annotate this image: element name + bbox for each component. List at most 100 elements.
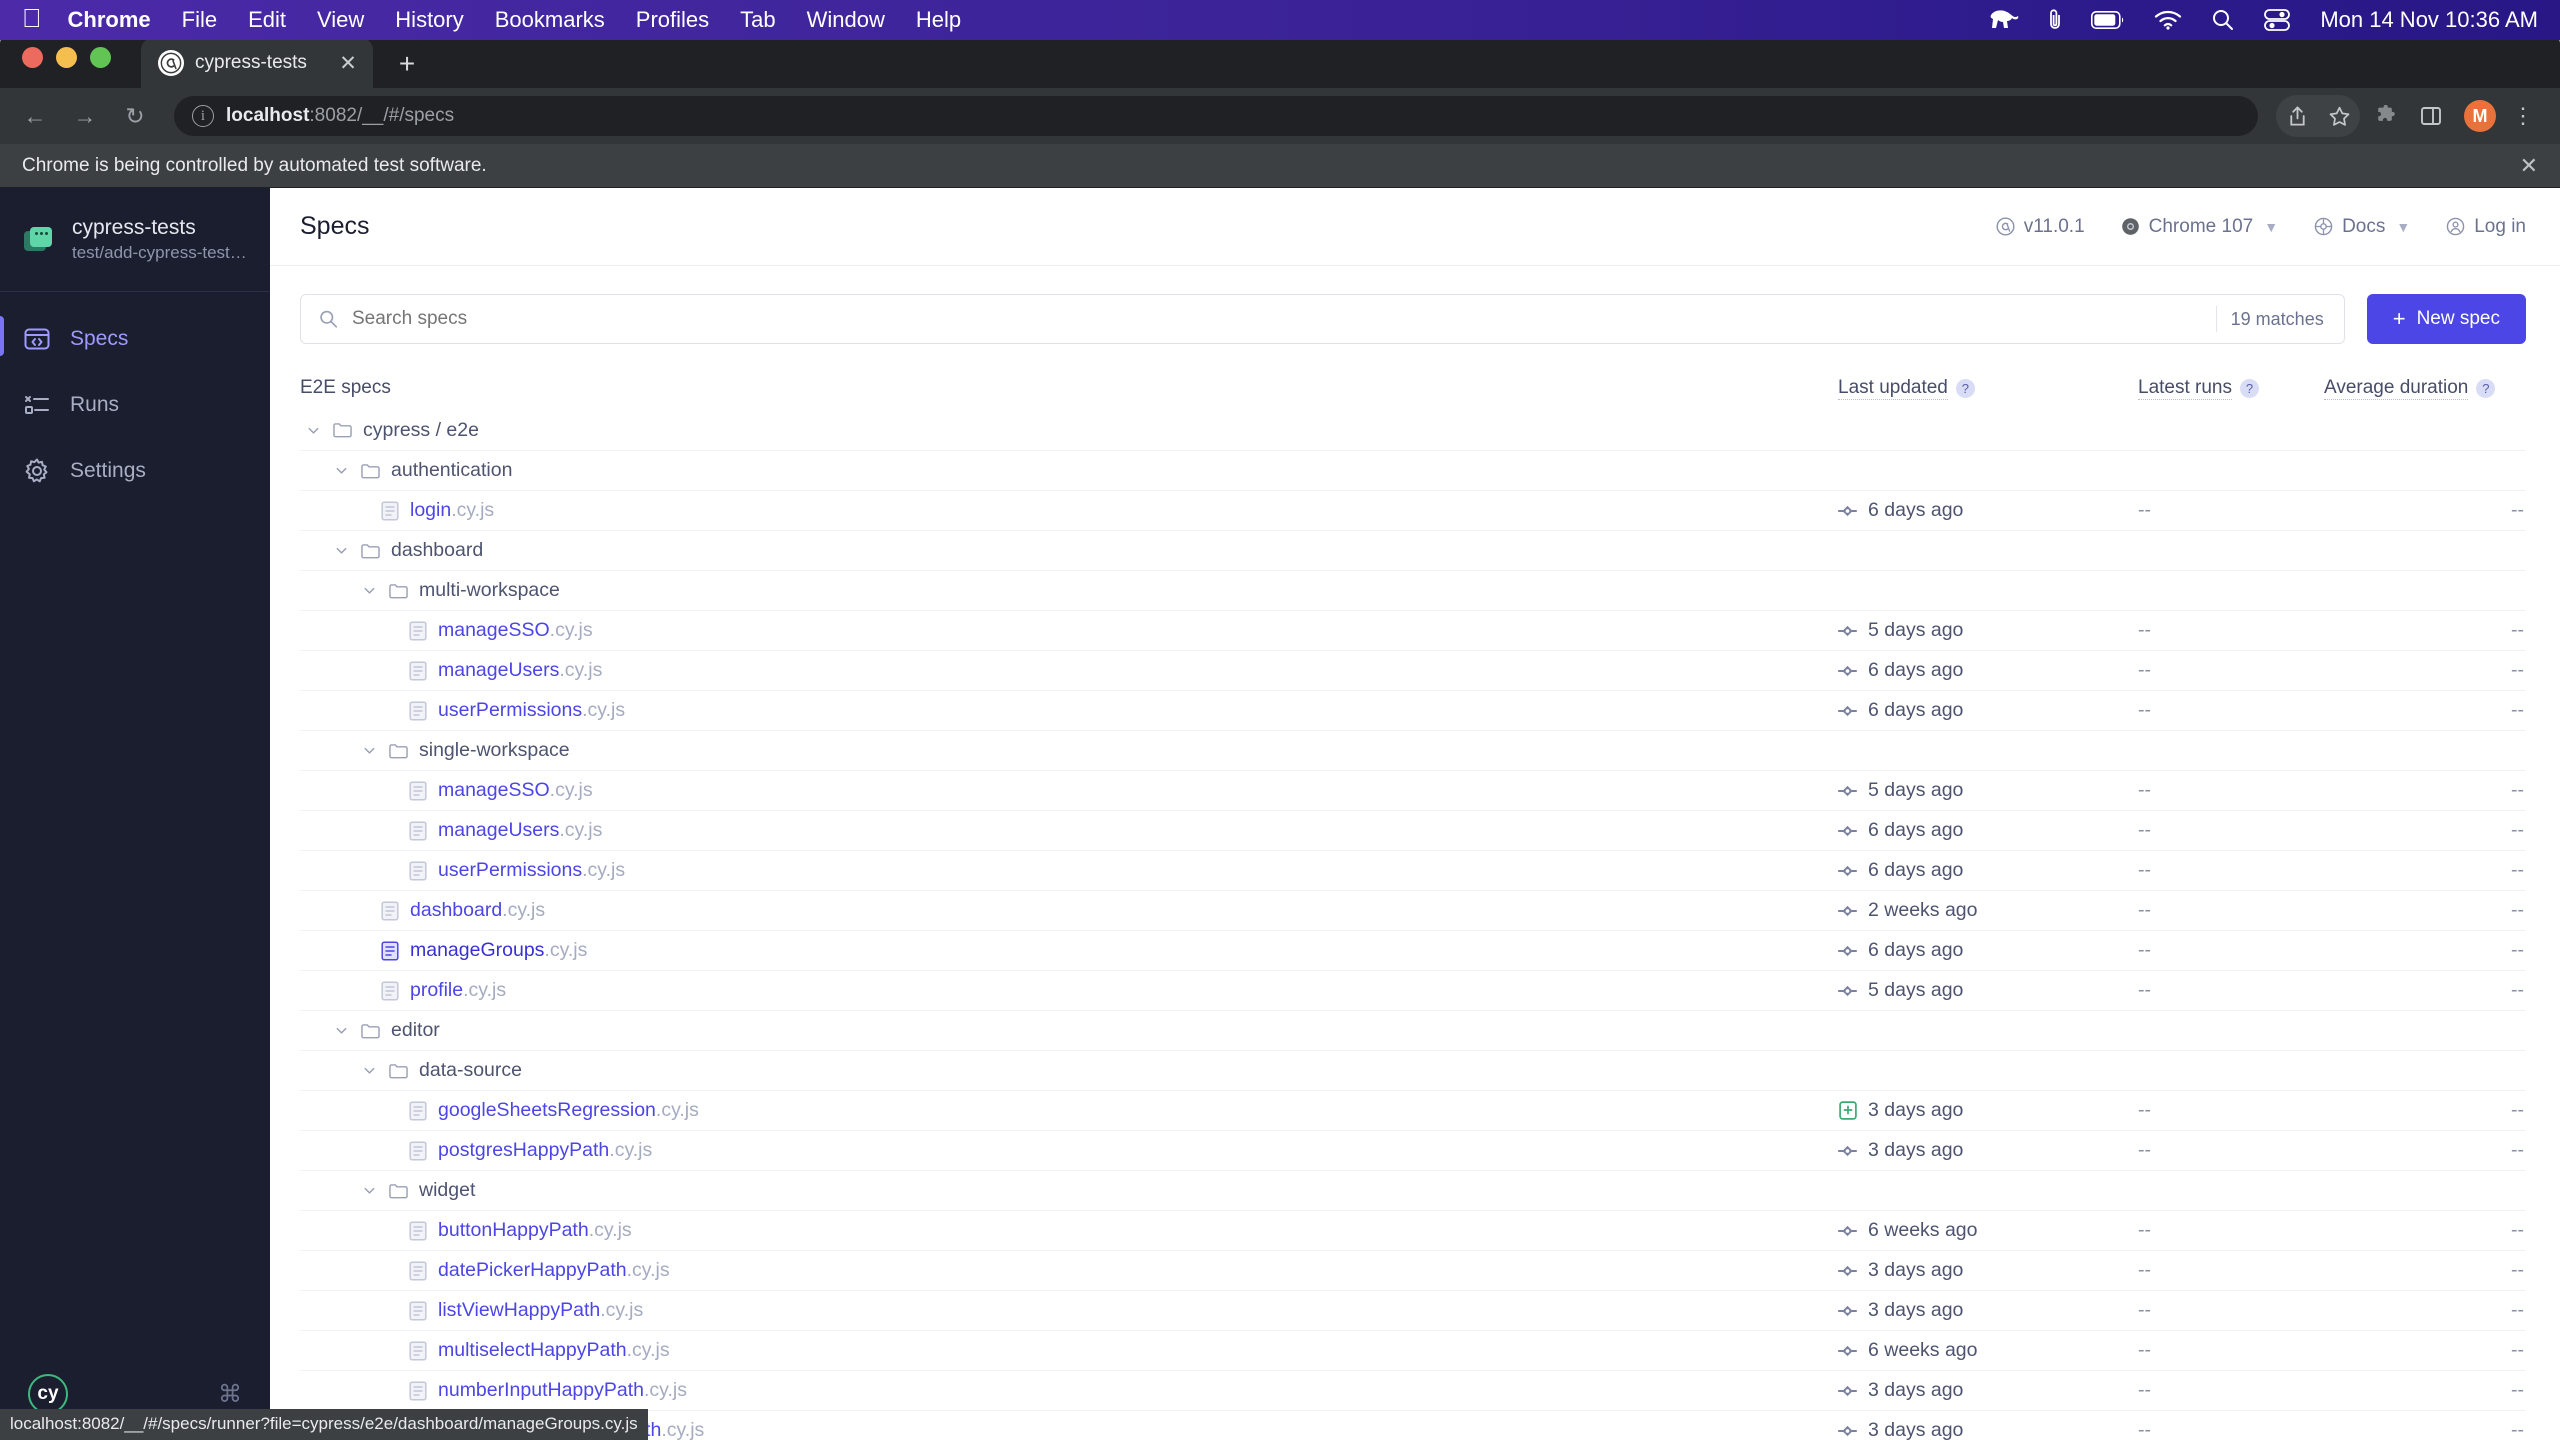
browser-tab[interactable]: cypress-tests ✕ [141,38,373,88]
table-row[interactable]: multiselectHappyPath.cy.js 6 weeks ago -- -… [300,1330,2526,1370]
new-tab-button[interactable]: + [389,46,425,82]
help-icon[interactable]: ? [2476,378,2496,398]
info-icon[interactable]: i [192,105,214,127]
spec-cell[interactable]: googleSheetsRegression.cy.js [300,1099,1838,1122]
folder-cell[interactable]: multi-workspace [300,579,1838,602]
project-summary[interactable]: cypress-tests test/add-cypress-test-for-… [0,188,270,293]
column-header-latest-runs[interactable]: Latest runs ? [2138,377,2324,400]
cypress-badge[interactable]: cy [28,1374,68,1414]
table-row[interactable]: dashboard.cy.js 2 weeks ago -- -- [300,890,2526,930]
table-row[interactable]: googleSheetsRegression.cy.js 3 days ago --… [300,1090,2526,1130]
spec-file-name[interactable]: postgresHappyPath.cy.js [438,1139,652,1162]
table-row[interactable]: manageGroups.cy.js 6 days ago -- -- [300,930,2526,970]
chevron-down-icon[interactable] [362,743,378,758]
spec-cell[interactable]: userPermissions.cy.js [300,699,1838,722]
menubar-clock[interactable]: Mon 14 Nov 10:36 AM [2320,7,2538,33]
help-icon[interactable]: ? [1955,378,1975,398]
table-row[interactable]: userPermissions.cy.js 6 days ago -- -- [300,850,2526,890]
close-icon[interactable]: ✕ [335,50,361,76]
menu-item-tab[interactable]: Tab [740,7,775,33]
spec-cell[interactable]: manageSSO.cy.js [300,619,1838,642]
docs-link[interactable]: Docs ▼ [2314,216,2410,238]
spec-cell[interactable]: numberInputHappyPath.cy.js [300,1379,1838,1402]
wifi-icon[interactable] [2154,10,2182,30]
chevron-down-icon[interactable] [362,1183,378,1198]
tree-folder-row[interactable]: single-workspace [300,730,2526,770]
maximize-window-button[interactable] [90,47,111,68]
address-bar[interactable]: i localhost:8082/__/#/specs [174,96,2258,136]
spec-cell[interactable]: manageUsers.cy.js [300,659,1838,682]
spec-file-name[interactable]: dashboard.cy.js [410,899,545,922]
chevron-down-icon[interactable] [334,463,350,478]
chevron-down-icon[interactable] [334,1023,350,1038]
bookmark-star-icon[interactable] [2318,95,2360,137]
table-row[interactable]: userPermissions.cy.js 6 days ago -- -- [300,690,2526,730]
spec-cell[interactable]: manageGroups.cy.js [300,939,1838,962]
sidebar-item-settings[interactable]: Settings [0,438,270,504]
spec-file-name[interactable]: googleSheetsRegression.cy.js [438,1099,699,1122]
spec-cell[interactable]: dashboard.cy.js [300,899,1838,922]
chevron-down-icon[interactable] [362,583,378,598]
spec-file-name[interactable]: multiselectHappyPath.cy.js [438,1339,670,1362]
spec-file-name[interactable]: manageUsers.cy.js [438,819,602,842]
spec-file-name[interactable]: userPermissions.cy.js [438,859,625,882]
spec-file-name[interactable]: userPermissions.cy.js [438,699,625,722]
tree-folder-row[interactable]: dashboard [300,530,2526,570]
menu-item-view[interactable]: View [317,7,364,33]
spec-cell[interactable]: login.cy.js [300,499,1838,522]
search-specs-field[interactable]: 19 matches [300,294,2345,344]
table-row[interactable]: datePickerHappyPath.cy.js 3 days ago -- -- [300,1250,2526,1290]
back-button[interactable]: ← [14,95,56,137]
spec-cell[interactable]: multiselectHappyPath.cy.js [300,1339,1838,1362]
command-key-icon[interactable]: ⌘ [218,1380,242,1409]
table-row[interactable]: login.cy.js 6 days ago -- -- [300,490,2526,530]
menu-item-window[interactable]: Window [807,7,885,33]
menu-item-history[interactable]: History [395,7,463,33]
spec-cell[interactable]: postgresHappyPath.cy.js [300,1139,1838,1162]
spec-cell[interactable]: profile.cy.js [300,979,1838,1002]
battery-icon[interactable] [2091,11,2125,29]
new-spec-button[interactable]: + New spec [2366,294,2526,344]
menu-item-edit[interactable]: Edit [248,7,286,33]
table-row[interactable]: listViewHappyPath.cy.js 3 days ago -- -- [300,1290,2526,1330]
login-link[interactable]: Log in [2446,216,2526,238]
column-header-average-duration[interactable]: Average duration ? [2324,377,2526,400]
table-row[interactable]: manageSSO.cy.js 5 days ago -- -- [300,610,2526,650]
table-row[interactable]: postgresHappyPath.cy.js 3 days ago -- -- [300,1130,2526,1170]
menu-item-help[interactable]: Help [916,7,961,33]
spec-file-name[interactable]: manageSSO.cy.js [438,779,593,802]
spec-file-name[interactable]: buttonHappyPath.cy.js [438,1219,632,1242]
spec-file-name[interactable]: numberInputHappyPath.cy.js [438,1379,687,1402]
spec-file-name[interactable]: listViewHappyPath.cy.js [438,1299,643,1322]
spec-file-name[interactable]: manageSSO.cy.js [438,619,593,642]
table-row[interactable]: manageUsers.cy.js 6 days ago -- -- [300,810,2526,850]
minimize-window-button[interactable] [56,47,77,68]
column-header-last-updated[interactable]: Last updated ? [1838,377,2138,400]
paperclip-icon[interactable] [2048,8,2062,32]
folder-cell[interactable]: cypress / e2e [300,419,1838,442]
table-row[interactable]: profile.cy.js 5 days ago -- -- [300,970,2526,1010]
table-row[interactable]: manageUsers.cy.js 6 days ago -- -- [300,650,2526,690]
spec-cell[interactable]: manageSSO.cy.js [300,779,1838,802]
folder-cell[interactable]: data-source [300,1059,1838,1082]
spec-file-name[interactable]: datePickerHappyPath.cy.js [438,1259,670,1282]
sidebar-item-specs[interactable]: Specs [0,306,270,372]
folder-cell[interactable]: widget [300,1179,1838,1202]
menu-item-chrome[interactable]: Chrome [68,7,151,33]
search-input[interactable] [352,308,2202,330]
chevron-down-icon[interactable] [306,423,322,438]
close-window-button[interactable] [22,47,43,68]
chevron-down-icon[interactable] [334,543,350,558]
table-row[interactable]: numberInputHappyPath.cy.js 3 days ago -- -- [300,1370,2526,1410]
folder-cell[interactable]: editor [300,1019,1838,1042]
forward-button[interactable]: → [64,95,106,137]
tree-folder-row[interactable]: editor [300,1010,2526,1050]
share-icon[interactable] [2276,95,2318,137]
search-icon[interactable] [2211,8,2235,32]
elephant-icon[interactable] [1989,9,2019,31]
reload-button[interactable]: ↻ [114,95,156,137]
menu-item-profiles[interactable]: Profiles [636,7,709,33]
chevron-down-icon[interactable] [362,1063,378,1078]
spec-cell[interactable]: manageUsers.cy.js [300,819,1838,842]
table-row[interactable]: buttonHappyPath.cy.js 6 weeks ago -- -- [300,1210,2526,1250]
